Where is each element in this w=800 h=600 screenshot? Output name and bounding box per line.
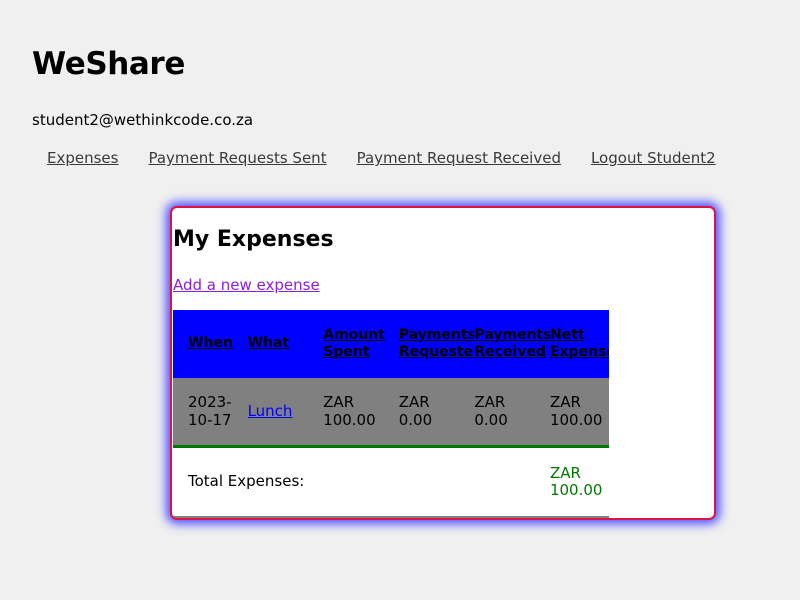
expenses-table: When What Amount Spent Payments Requeste… [173, 310, 609, 518]
header-payments-received[interactable]: Payments Received [474, 310, 550, 378]
header-payments-requested[interactable]: Payments Requested [398, 310, 475, 378]
header-requested-line1: Payments [398, 326, 475, 343]
row-received-cell: ZAR 0.00 [474, 378, 550, 448]
expenses-table-header: When What Amount Spent Payments Requeste… [173, 310, 609, 378]
table-row: 2023- 10-17 Lunch ZAR 100.00 ZAR 0.00 ZA… [173, 378, 609, 448]
header-what-label: What [247, 335, 290, 352]
row-amount-currency: ZAR [323, 393, 355, 412]
nav-link-payment-request-received[interactable]: Payment Request Received [357, 149, 561, 167]
add-expense-link[interactable]: Add a new expense [173, 276, 320, 294]
row-requested-currency: ZAR [398, 393, 430, 412]
row-nett-value: 100.00 [549, 410, 603, 429]
expenses-table-body: 2023- 10-17 Lunch ZAR 100.00 ZAR 0.00 ZA… [173, 378, 609, 518]
header-amount-spent[interactable]: Amount Spent [323, 310, 399, 378]
row-when-line2: 10-17 [188, 410, 232, 429]
total-label: Total Expenses: [188, 472, 305, 491]
expense-link-lunch[interactable]: Lunch [248, 402, 293, 420]
app-title: WeShare [32, 46, 185, 82]
nav-item-logout: Logout Student2 [591, 149, 716, 167]
header-received-line1: Payments [474, 326, 550, 343]
header-row: When What Amount Spent Payments Requeste… [173, 310, 609, 378]
nav-link-expenses[interactable]: Expenses [47, 149, 118, 167]
header-when-label: When [188, 335, 233, 352]
nav-link-logout[interactable]: Logout Student2 [591, 149, 716, 167]
header-nett-expense[interactable]: Nett Expense [549, 310, 609, 378]
nav-item-expenses: Expenses [47, 149, 118, 167]
row-nett-currency: ZAR [549, 393, 581, 412]
header-nett-line2: Expense [549, 344, 609, 360]
expenses-card: My Expenses Add a new expense When What … [170, 206, 716, 520]
row-what-cell: Lunch [247, 378, 324, 448]
row-requested-cell: ZAR 0.00 [398, 378, 475, 448]
total-row: Total Expenses: ZAR 100.00 [173, 446, 609, 518]
header-nett-line1: Nett [549, 326, 585, 343]
row-received-currency: ZAR [474, 393, 506, 412]
header-received-line2: Received [474, 344, 546, 360]
header-amount-line2: Spent [323, 344, 370, 360]
row-nett-cell: ZAR 100.00 [549, 378, 609, 448]
nav-list: Expenses Payment Requests Sent Payment R… [47, 149, 716, 167]
row-amount-cell: ZAR 100.00 [323, 378, 399, 448]
row-amount-value: 100.00 [323, 410, 376, 429]
header-amount-line1: Amount [323, 326, 385, 343]
total-value: 100.00 [549, 481, 603, 499]
header-requested-line2: Requested [398, 344, 475, 360]
expenses-title: My Expenses [173, 227, 334, 252]
nav-item-payment-request-received: Payment Request Received [357, 149, 561, 167]
row-received-value: 0.00 [474, 410, 508, 429]
header-when[interactable]: When [173, 310, 248, 378]
total-label-cell: Total Expenses: [173, 446, 550, 518]
header-what[interactable]: What [247, 310, 324, 378]
nav-item-payment-requests-sent: Payment Requests Sent [148, 149, 326, 167]
row-when-cell: 2023- 10-17 [173, 378, 248, 448]
row-when-line1: 2023- [188, 393, 232, 412]
total-currency: ZAR [549, 463, 581, 482]
user-email: student2@wethinkcode.co.za [32, 111, 254, 129]
total-value-cell: ZAR 100.00 [549, 446, 609, 518]
nav-link-payment-requests-sent[interactable]: Payment Requests Sent [148, 149, 326, 167]
row-requested-value: 0.00 [398, 410, 433, 429]
